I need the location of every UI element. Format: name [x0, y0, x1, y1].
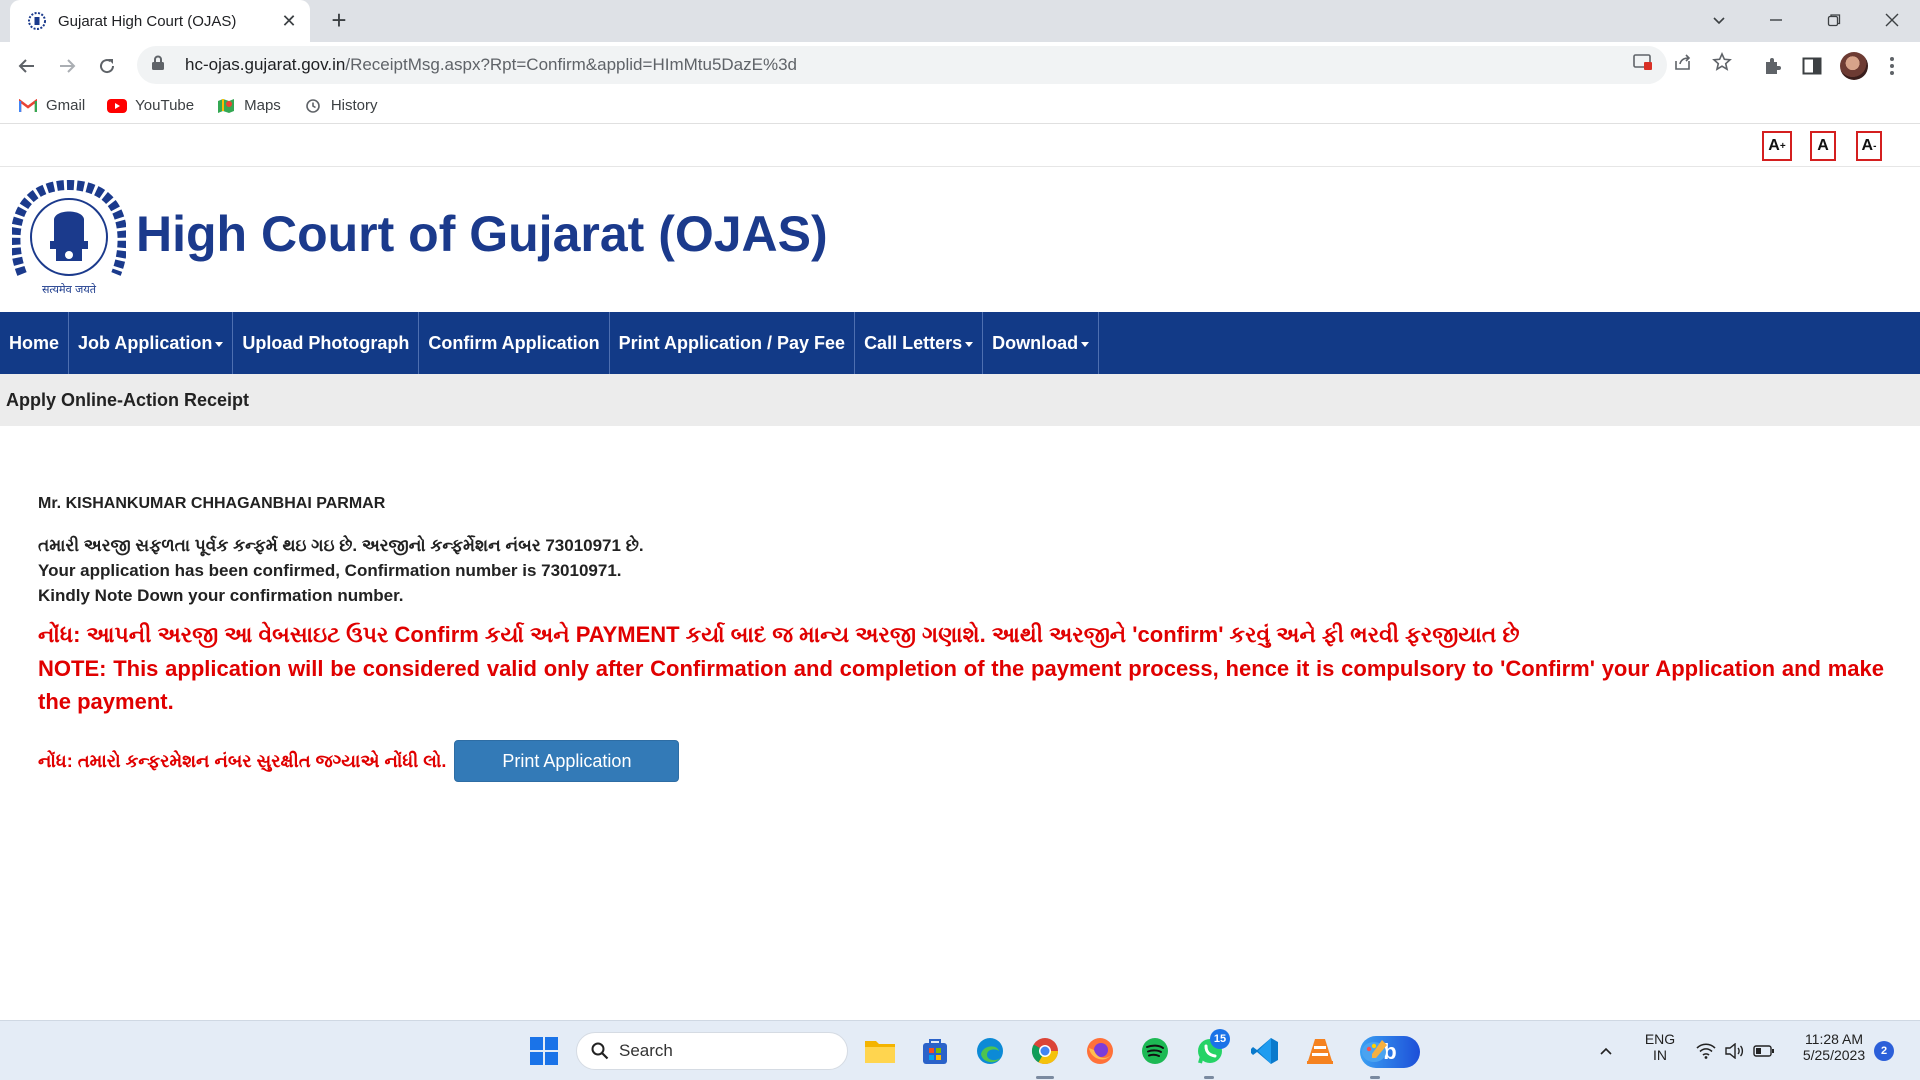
minimize-icon[interactable] [1752, 0, 1800, 40]
clock[interactable]: 11:28 AM 5/25/2023 [1790, 1031, 1878, 1063]
windows-start-icon[interactable] [526, 1033, 562, 1069]
accessibility-strip: A + A A- [0, 125, 1920, 167]
receipt-content: Mr. KISHANKUMAR CHHAGANBHAI PARMAR તમારી… [38, 495, 1884, 782]
note-down-message: Kindly Note Down your confirmation numbe… [38, 586, 404, 605]
maps-icon [216, 98, 236, 114]
search-icon [591, 1042, 609, 1060]
payment-notice: નોંધ: આપની અરજી આ વેબસાઇટ ઉપર Confirm કર… [38, 618, 1884, 718]
volume-icon[interactable] [1720, 1033, 1748, 1069]
share-icon[interactable] [1672, 51, 1694, 73]
site-favicon-icon [28, 12, 46, 30]
payment-notice-english: NOTE: This application will be considere… [38, 656, 1884, 714]
chrome-menu-icon[interactable] [1880, 54, 1904, 78]
address-bar[interactable]: hc-ojas.gujarat.gov.in/ReceiptMsg.aspx?R… [137, 46, 1667, 84]
breadcrumb: Apply Online-Action Receipt [6, 389, 250, 410]
restore-icon[interactable] [1810, 0, 1858, 40]
nav-job-application[interactable]: Job Application [69, 312, 234, 374]
confirmation-message-gujarati: તમારી અરજી સફળતા પૂર્વક કન્ફર્મ થઇ ગઇ છે… [38, 536, 644, 555]
vscode-icon[interactable] [1247, 1033, 1283, 1069]
payment-notice-gujarati: નોંધ: આપની અરજી આ વેબસાઇટ ઉપર Confirm કર… [38, 622, 1520, 647]
tab-search-icon[interactable] [1695, 0, 1743, 40]
font-normal-button[interactable]: A [1810, 131, 1836, 161]
side-panel-icon[interactable] [1800, 54, 1824, 78]
profile-avatar[interactable] [1840, 52, 1868, 80]
search-label: Search [619, 1041, 673, 1060]
browser-tabstrip: Gujarat High Court (OJAS) ✕ + [0, 0, 1920, 42]
file-explorer-icon[interactable] [862, 1033, 898, 1069]
history-icon [303, 98, 323, 114]
chrome-taskbar-icon[interactable] [1027, 1033, 1063, 1069]
paint-icon[interactable] [1357, 1033, 1393, 1069]
vlc-icon[interactable] [1302, 1033, 1338, 1069]
confirmation-message: તમારી અરજી સફળતા પૂર્વક કન્ફર્મ થઇ ગઇ છે… [38, 533, 1884, 608]
translate-page-icon[interactable] [1632, 51, 1654, 73]
whatsapp-badge: 15 [1210, 1029, 1230, 1049]
print-application-button[interactable]: Print Application [454, 740, 680, 782]
microsoft-store-icon[interactable] [917, 1033, 953, 1069]
bookmark-label: YouTube [135, 97, 195, 114]
back-icon[interactable] [11, 50, 43, 82]
reload-icon[interactable] [91, 50, 123, 82]
whatsapp-running-indicator [1204, 1076, 1214, 1079]
nav-call-letters[interactable]: Call Letters [855, 312, 984, 374]
confirmation-message-english: Your application has been confirmed, Con… [38, 561, 622, 580]
font-increase-button[interactable]: A + [1762, 131, 1792, 161]
chevron-down-icon [965, 341, 974, 347]
nav-print-application-pay-fee[interactable]: Print Application / Pay Fee [610, 312, 856, 374]
tab-close-icon[interactable]: ✕ [278, 11, 300, 32]
bookmark-maps[interactable]: Maps [216, 97, 281, 114]
extensions-icon[interactable] [1760, 54, 1784, 78]
nav-confirm-application[interactable]: Confirm Application [419, 312, 610, 374]
chevron-down-icon [1081, 341, 1090, 347]
battery-icon[interactable] [1750, 1033, 1778, 1069]
firefox-icon[interactable] [1082, 1033, 1118, 1069]
save-number-note: નોંધ: તમારો કન્ફરમેશન નંબર સુરક્ષીત જગ્ય… [38, 750, 447, 771]
edge-browser-icon[interactable] [972, 1033, 1008, 1069]
tab-title: Gujarat High Court (OJAS) [58, 12, 237, 30]
forward-icon[interactable] [51, 50, 83, 82]
new-tab-icon[interactable]: + [324, 6, 354, 36]
web-page: A + A A- सत्यमेव जयते High Court of Gujar… [0, 125, 1920, 1020]
bookmark-star-icon[interactable] [1711, 51, 1733, 73]
nav-download[interactable]: Download [983, 312, 1100, 374]
chrome-active-indicator [1036, 1076, 1054, 1079]
spotify-icon[interactable] [1137, 1033, 1173, 1069]
bookmark-history[interactable]: History [303, 97, 378, 114]
bookmark-gmail[interactable]: Gmail [18, 97, 85, 114]
browser-toolbar: hc-ojas.gujarat.gov.in/ReceiptMsg.aspx?R… [0, 42, 1920, 88]
nav-home[interactable]: Home [0, 312, 70, 374]
bookmark-label: Gmail [46, 97, 86, 114]
applicant-name: Mr. KISHANKUMAR CHHAGANBHAI PARMAR [38, 495, 386, 512]
url-host: hc-ojas.gujarat.gov.in [185, 55, 346, 74]
paint-running-indicator [1370, 1076, 1380, 1079]
site-title: High Court of Gujarat (OJAS) [136, 206, 828, 262]
gmail-icon [18, 98, 38, 114]
emblem-caption: सत्यमेव जयते [42, 283, 97, 296]
browser-tab[interactable]: Gujarat High Court (OJAS) ✕ [10, 0, 310, 42]
site-header: सत्यमेव जयते High Court of Gujarat (OJAS… [0, 167, 1920, 312]
bookmarks-bar: Gmail YouTube Maps History [0, 88, 1920, 124]
windows-taskbar: Search b 15 ENG IN 11:28 AM 5/25/2023 2 [0, 1020, 1920, 1080]
bookmark-label: Maps [244, 97, 281, 114]
lock-icon[interactable] [151, 55, 171, 76]
chevron-down-icon [215, 341, 224, 347]
nav-upload-photograph[interactable]: Upload Photograph [233, 312, 420, 374]
bookmark-youtube[interactable]: YouTube [107, 97, 194, 114]
chevron-up-icon[interactable] [1592, 1033, 1620, 1069]
font-decrease-button[interactable]: A- [1856, 131, 1882, 161]
gujarat-emblem-logo[interactable]: सत्यमेव जयते [12, 179, 126, 299]
input-language[interactable]: ENG IN [1640, 1031, 1680, 1063]
main-navigation: Home Job Application Upload Photograph C… [0, 312, 1920, 374]
print-row: નોંધ: તમારો કન્ફરમેશન નંબર સુરક્ષીત જગ્ય… [38, 740, 1884, 782]
taskbar-search-box[interactable]: Search b [576, 1032, 1420, 1070]
url-path: /ReceiptMsg.aspx?Rpt=Confirm&applid=HImM… [345, 55, 797, 74]
bookmark-label: History [330, 97, 378, 114]
close-window-icon[interactable] [1868, 0, 1916, 40]
notification-badge[interactable]: 2 [1874, 1041, 1894, 1061]
youtube-icon [107, 98, 128, 114]
page-heading-bar: Apply Online-Action Receipt [0, 374, 1920, 426]
wifi-icon[interactable] [1692, 1033, 1720, 1069]
